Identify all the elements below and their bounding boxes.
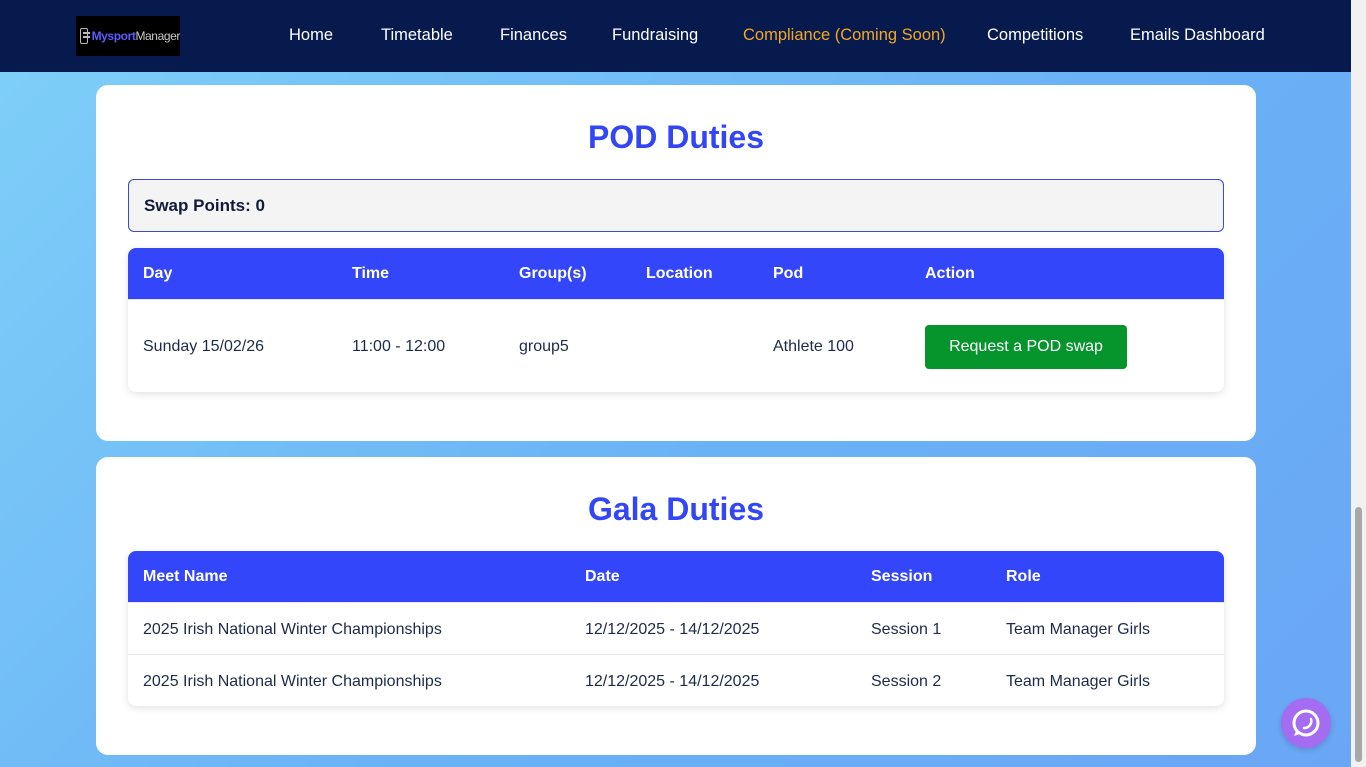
chat-bubble-icon — [1292, 709, 1320, 737]
cell-role: Team Manager Girls — [1006, 673, 1151, 690]
nav-compliance[interactable]: Compliance (Coming Soon) — [743, 26, 946, 45]
table-row: 2025 Irish National Winter Championships… — [128, 602, 1224, 654]
nav-finances[interactable]: Finances — [500, 26, 567, 45]
cell-pod: Athlete 100 — [773, 338, 854, 355]
nav-home[interactable]: Home — [289, 26, 333, 45]
gala-duties-title: Gala Duties — [587, 491, 765, 527]
column-header-pod: Pod — [773, 265, 804, 282]
table-row: Sunday 15/02/26 11:00 - 12:00 group5 Ath… — [128, 299, 1224, 392]
pod-duties-table: Day Time Group(s) Location Pod Action Su… — [128, 248, 1224, 392]
cell-date: 12/12/2025 - 14/12/2025 — [585, 673, 760, 690]
table-header: Meet Name Date Session Role — [128, 551, 1224, 602]
cell-day: Sunday 15/02/26 — [143, 338, 264, 355]
page-scrollbar[interactable] — [1351, 0, 1366, 767]
column-header-action: Action — [925, 265, 975, 282]
scrollbar-thumb[interactable] — [1355, 507, 1362, 762]
column-header-time: Time — [352, 265, 390, 282]
column-header-location: Location — [646, 265, 713, 282]
cell-groups: group5 — [519, 338, 569, 355]
cell-date: 12/12/2025 - 14/12/2025 — [585, 621, 760, 638]
table-header: Day Time Group(s) Location Pod Action — [128, 248, 1224, 299]
nav-fundraising[interactable]: Fundraising — [612, 26, 698, 45]
pod-duties-card: POD Duties Swap Points: 0 Day Time Group… — [96, 85, 1256, 441]
column-header-session: Session — [871, 568, 933, 585]
gala-duties-table: Meet Name Date Session Role 2025 Irish N… — [128, 551, 1224, 706]
swap-points-label: Swap Points: 0 — [144, 195, 265, 215]
cell-time: 11:00 - 12:00 — [352, 338, 446, 355]
swap-points-box: Swap Points: 0 — [128, 179, 1224, 232]
cell-meet-name: 2025 Irish National Winter Championships — [143, 621, 442, 638]
nav-emails-dashboard[interactable]: Emails Dashboard — [1130, 26, 1265, 45]
cell-session: Session 2 — [871, 673, 942, 690]
cell-meet-name: 2025 Irish National Winter Championships — [143, 673, 442, 690]
column-header-groups: Group(s) — [519, 265, 587, 282]
column-header-day: Day — [143, 265, 173, 282]
table-row: 2025 Irish National Winter Championships… — [128, 654, 1224, 706]
gala-duties-card: Gala Duties Meet Name Date Session Role … — [96, 457, 1256, 755]
column-header-meet-name: Meet Name — [143, 568, 228, 585]
column-header-role: Role — [1006, 568, 1041, 585]
chat-widget-button[interactable] — [1281, 698, 1331, 748]
column-header-date: Date — [585, 568, 620, 585]
nav-competitions[interactable]: Competitions — [987, 26, 1083, 45]
nav-timetable[interactable]: Timetable — [381, 26, 453, 45]
request-pod-swap-button[interactable]: Request a POD swap — [925, 325, 1127, 369]
pod-duties-title: POD Duties — [587, 119, 765, 155]
top-navigation-bar: MysportManager Home Timetable Finances F… — [0, 0, 1351, 72]
cell-session: Session 1 — [871, 621, 942, 638]
cell-role: Team Manager Girls — [1006, 621, 1151, 638]
main-nav: Home Timetable Finances Fundraising Comp… — [0, 0, 1351, 72]
